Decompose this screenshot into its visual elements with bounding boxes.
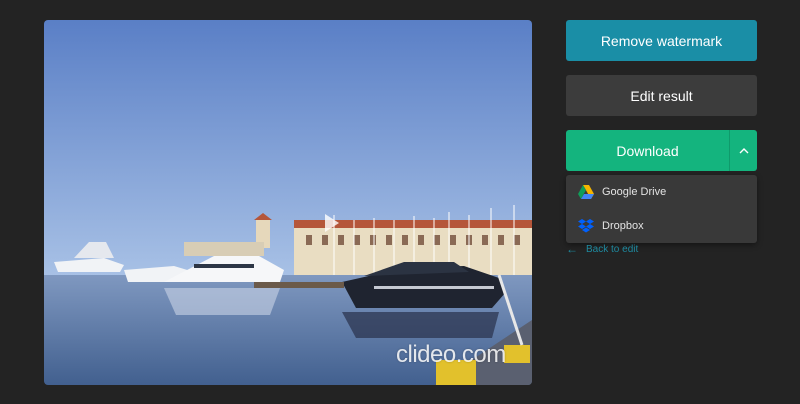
- preview-image: [44, 20, 532, 385]
- video-preview[interactable]: clideo.com: [44, 20, 532, 385]
- chevron-up-icon: [739, 147, 748, 153]
- back-to-edit-link[interactable]: ← Back to edit: [566, 242, 638, 256]
- back-to-edit-label: Back to edit: [586, 243, 639, 255]
- edit-result-button[interactable]: Edit result: [566, 75, 757, 116]
- remove-watermark-button[interactable]: Remove watermark: [566, 20, 757, 61]
- menu-item-google-drive[interactable]: Google Drive: [566, 175, 757, 209]
- download-options-toggle[interactable]: [729, 130, 757, 171]
- dropbox-icon: [578, 218, 594, 234]
- dropbox-label: Dropbox: [602, 220, 644, 232]
- google-drive-icon: [578, 184, 594, 200]
- download-menu: Google Drive Dropbox: [566, 175, 757, 243]
- download-button[interactable]: Download: [566, 130, 729, 171]
- watermark-text: clideo.com: [396, 341, 506, 368]
- arrow-left-icon: ←: [566, 242, 578, 256]
- google-drive-label: Google Drive: [602, 186, 667, 198]
- menu-item-dropbox[interactable]: Dropbox: [566, 209, 757, 243]
- play-icon[interactable]: [324, 213, 340, 233]
